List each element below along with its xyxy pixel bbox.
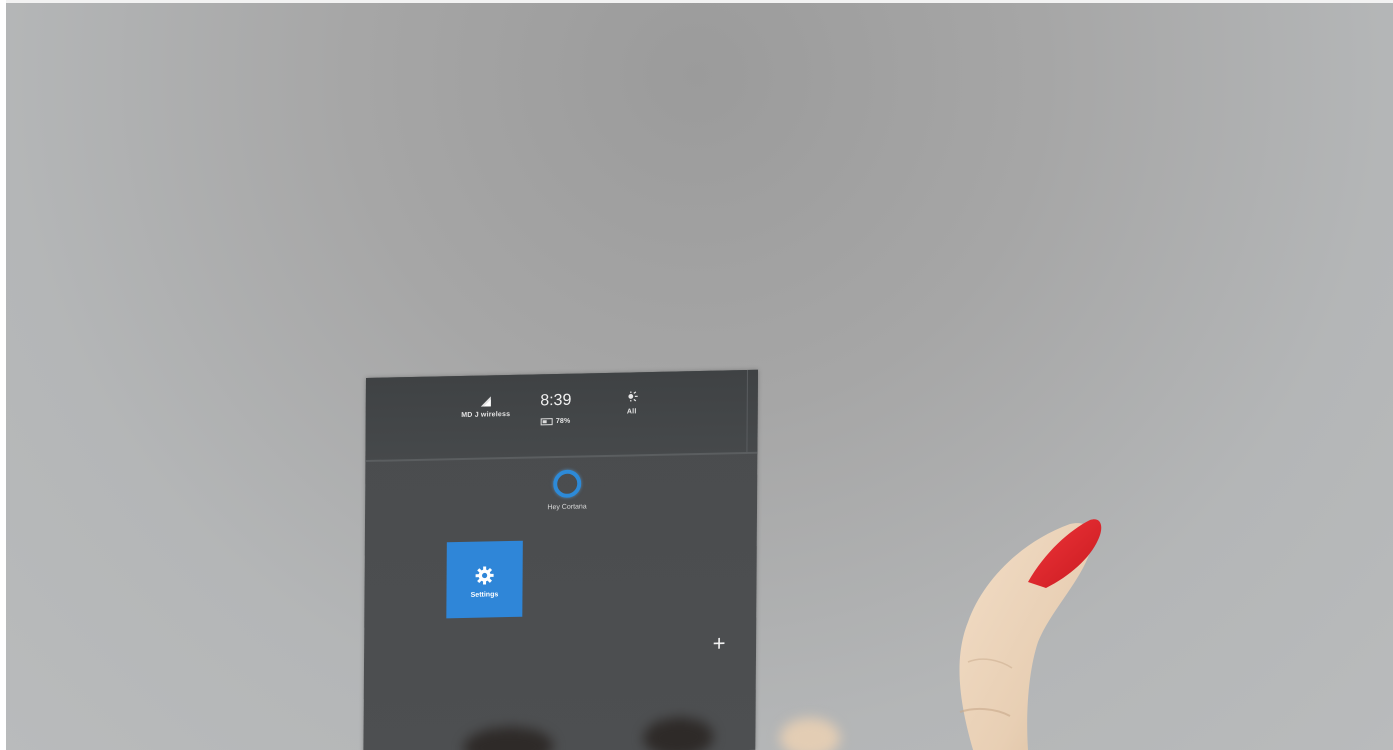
clock-time: 8:39 [540,391,572,410]
start-menu-panel: MD J wireless 8:39 78% All Hey Cortana S… [363,369,758,750]
battery-level: 78% [555,417,571,426]
scene-left-border [0,0,6,750]
thumb-blur [780,718,840,750]
gear-icon [475,566,494,585]
clock-battery-status: 8:39 78% [526,391,586,430]
status-bar: MD J wireless 8:39 78% All [365,369,758,463]
battery-icon [540,418,553,426]
wifi-icon [480,396,491,407]
hand-pointing [959,519,1102,750]
brightness-icon [628,391,638,402]
wifi-label: MD J wireless [461,410,511,420]
brightness-label: All [626,408,637,416]
cortana-label: Hey Cortana [547,503,587,512]
cortana-button[interactable]: Hey Cortana [537,469,597,511]
tile-settings-label: Settings [470,591,499,599]
brightness-status[interactable]: All [602,390,662,416]
cortana-icon [553,469,582,499]
battery-status: 78% [540,417,571,426]
mixed-reality-scene: MD J wireless 8:39 78% All Hey Cortana S… [0,0,1393,750]
add-app-button[interactable]: + [708,630,730,655]
scene-top-border [0,0,1393,3]
tile-settings[interactable]: Settings [446,540,523,619]
hand-shadow-left [463,726,554,750]
hand-shadow-right [643,716,714,750]
wifi-status[interactable]: MD J wireless [446,393,526,420]
